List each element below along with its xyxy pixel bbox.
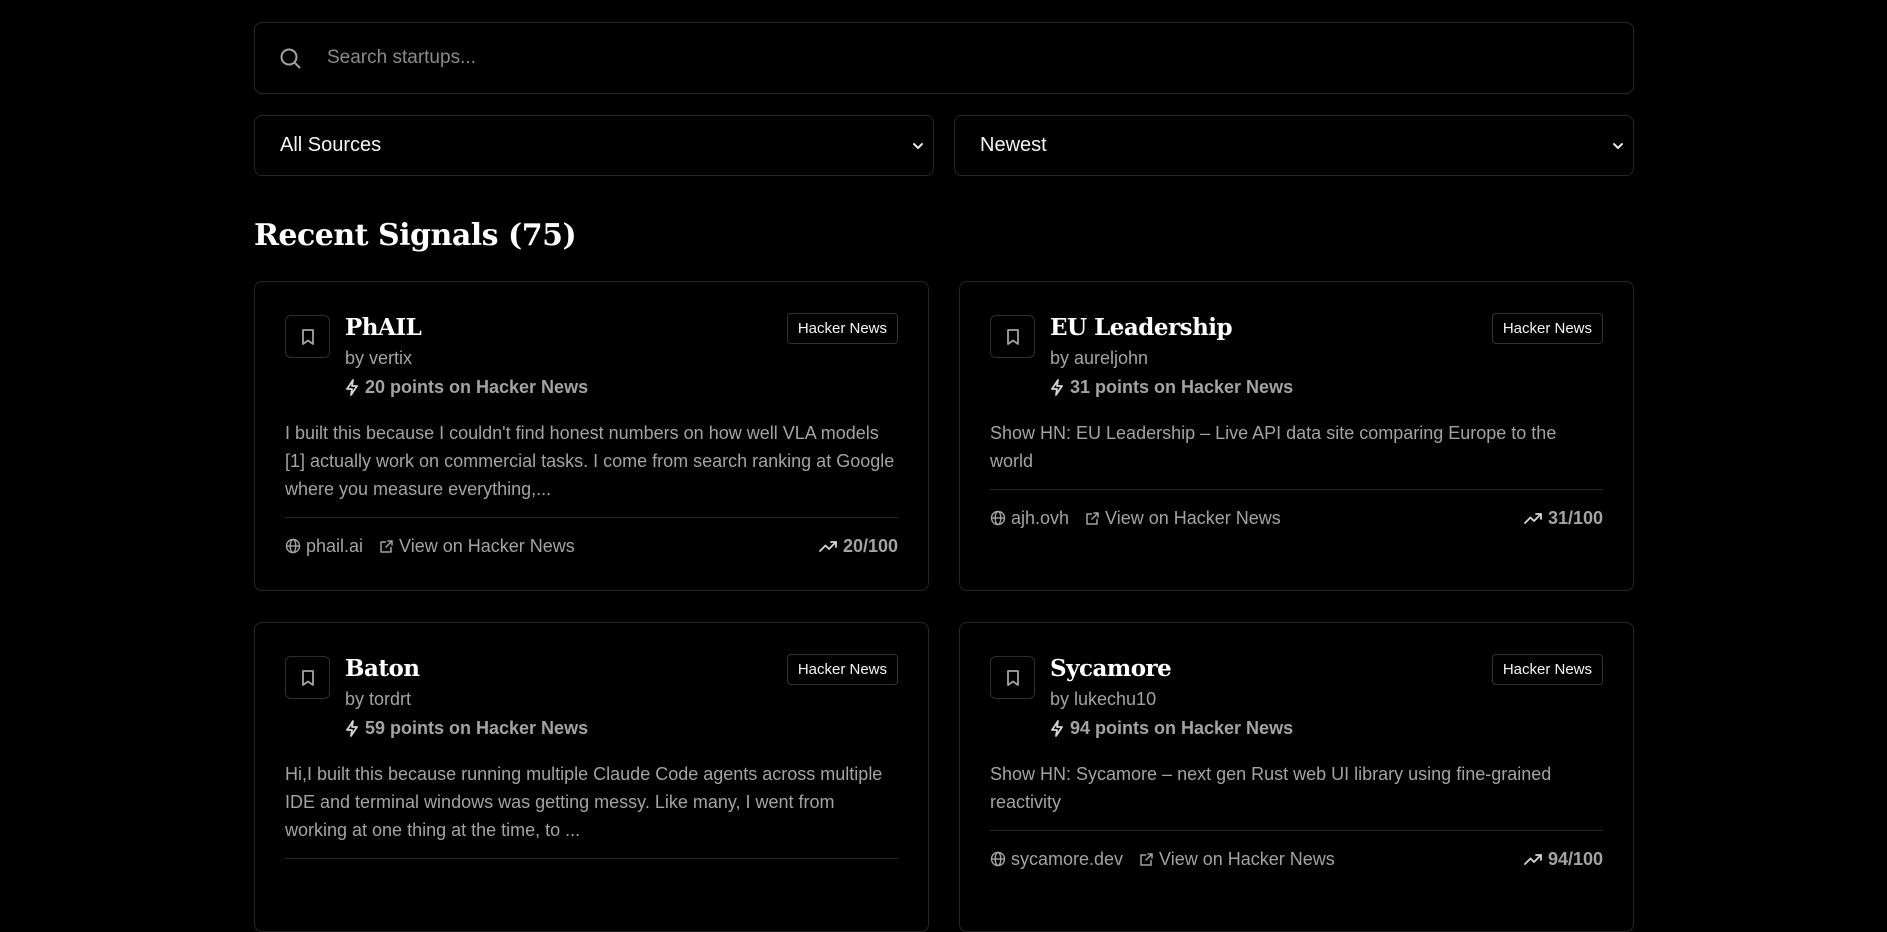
- card-title[interactable]: Sycamore: [1050, 654, 1492, 684]
- source-select[interactable]: All Sources: [254, 115, 934, 176]
- website-domain: sycamore.dev: [1011, 848, 1124, 869]
- view-on-source-link[interactable]: View on Hacker News: [1085, 508, 1281, 529]
- signal-score: 94/100: [1524, 849, 1603, 870]
- card-points-text: 31 points on Hacker News: [1070, 377, 1294, 397]
- signal-card: Baton by tordrt 59 points on Hacker News…: [254, 622, 929, 932]
- card-description: I built this because I couldn't find hon…: [285, 423, 895, 499]
- card-author: by tordrt: [345, 689, 412, 709]
- card-points-text: 59 points on Hacker News: [365, 718, 589, 738]
- card-description: Hi,I built this because running multiple…: [285, 764, 883, 840]
- card-points: 94 points on Hacker News: [1050, 716, 1492, 740]
- card-footer: phail.ai View on Hacker News 20/100: [285, 518, 898, 574]
- bookmark-icon: [301, 328, 314, 345]
- lightning-icon: [1051, 719, 1063, 737]
- external-link-icon: [380, 539, 393, 553]
- website-link[interactable]: phail.ai: [285, 536, 363, 557]
- bookmark-icon: [301, 669, 314, 686]
- card-points: 20 points on Hacker News: [345, 375, 787, 399]
- bookmark-button[interactable]: [990, 315, 1035, 358]
- card-points: 31 points on Hacker News: [1050, 375, 1492, 399]
- signal-score-value: 94/100: [1547, 848, 1603, 869]
- card-points: 59 points on Hacker News: [345, 716, 787, 740]
- website-link[interactable]: sycamore.dev: [990, 849, 1123, 870]
- search-icon: [277, 45, 303, 71]
- trending-up-icon: [1524, 513, 1542, 524]
- signal-score-value: 20/100: [842, 535, 898, 556]
- bookmark-button[interactable]: [285, 656, 330, 699]
- card-description: Show HN: EU Leadership – Live API data s…: [990, 423, 1557, 471]
- source-badge: Hacker News: [1491, 313, 1603, 344]
- card-title[interactable]: PhAIL: [345, 313, 787, 343]
- chevron-down-icon: [1611, 139, 1625, 153]
- trending-up-icon: [819, 541, 837, 552]
- bookmark-icon: [1006, 669, 1019, 686]
- card-title[interactable]: Baton: [345, 654, 787, 684]
- card-points-text: 20 points on Hacker News: [365, 377, 589, 397]
- source-badge: Hacker News: [786, 654, 898, 685]
- card-description: Show HN: Sycamore – next gen Rust web UI…: [990, 764, 1552, 812]
- card-footer: sycamore.dev View on Hacker News 94/100: [990, 831, 1603, 887]
- card-divider: [285, 858, 898, 859]
- filters-row: All Sources Newest: [254, 115, 1634, 176]
- external-link-icon: [1140, 852, 1153, 866]
- card-footer: ajh.ovh View on Hacker News 31/100: [990, 490, 1603, 546]
- source-select-value: All Sources: [280, 134, 382, 156]
- bookmark-button[interactable]: [285, 315, 330, 358]
- bookmark-button[interactable]: [990, 656, 1035, 699]
- globe-icon: [285, 538, 301, 554]
- view-link-label: View on Hacker News: [1159, 848, 1335, 869]
- view-on-source-link[interactable]: View on Hacker News: [1139, 849, 1335, 870]
- view-link-label: View on Hacker News: [399, 535, 575, 556]
- website-domain: phail.ai: [306, 535, 364, 556]
- lightning-icon: [346, 719, 358, 737]
- trending-up-icon: [1524, 854, 1542, 865]
- signals-grid: PhAIL by vertix 20 points on Hacker News…: [254, 281, 1634, 932]
- website-link[interactable]: ajh.ovh: [990, 508, 1069, 529]
- sort-select-value: Newest: [980, 134, 1047, 156]
- signal-score: 20/100: [819, 536, 898, 557]
- search-bar[interactable]: [254, 22, 1634, 94]
- source-badge: Hacker News: [786, 313, 898, 344]
- website-domain: ajh.ovh: [1011, 507, 1070, 528]
- signal-score-value: 31/100: [1547, 507, 1603, 528]
- signal-card: Sycamore by lukechu10 94 points on Hacke…: [959, 622, 1634, 932]
- search-input[interactable]: [325, 46, 1529, 70]
- card-points-text: 94 points on Hacker News: [1070, 718, 1294, 738]
- card-author: by lukechu10: [1050, 689, 1157, 709]
- card-title[interactable]: EU Leadership: [1050, 313, 1492, 343]
- card-author: by vertix: [345, 348, 413, 368]
- globe-icon: [990, 510, 1006, 526]
- bookmark-icon: [1006, 328, 1019, 345]
- lightning-icon: [1051, 378, 1063, 396]
- signal-score: 31/100: [1524, 508, 1603, 529]
- source-badge: Hacker News: [1491, 654, 1603, 685]
- external-link-icon: [1086, 511, 1099, 525]
- lightning-icon: [346, 378, 358, 396]
- sort-select[interactable]: Newest: [954, 115, 1634, 176]
- view-link-label: View on Hacker News: [1105, 507, 1281, 528]
- view-on-source-link[interactable]: View on Hacker News: [379, 536, 575, 557]
- main-content: All Sources Newest Recent Signals (75) P…: [254, 22, 1634, 932]
- section-title: Recent Signals (75): [254, 218, 577, 253]
- signal-card: PhAIL by vertix 20 points on Hacker News…: [254, 281, 929, 591]
- chevron-down-icon: [911, 139, 925, 153]
- card-author: by aureljohn: [1050, 348, 1149, 368]
- signal-card: EU Leadership by aureljohn 31 points on …: [959, 281, 1634, 591]
- globe-icon: [990, 851, 1006, 867]
